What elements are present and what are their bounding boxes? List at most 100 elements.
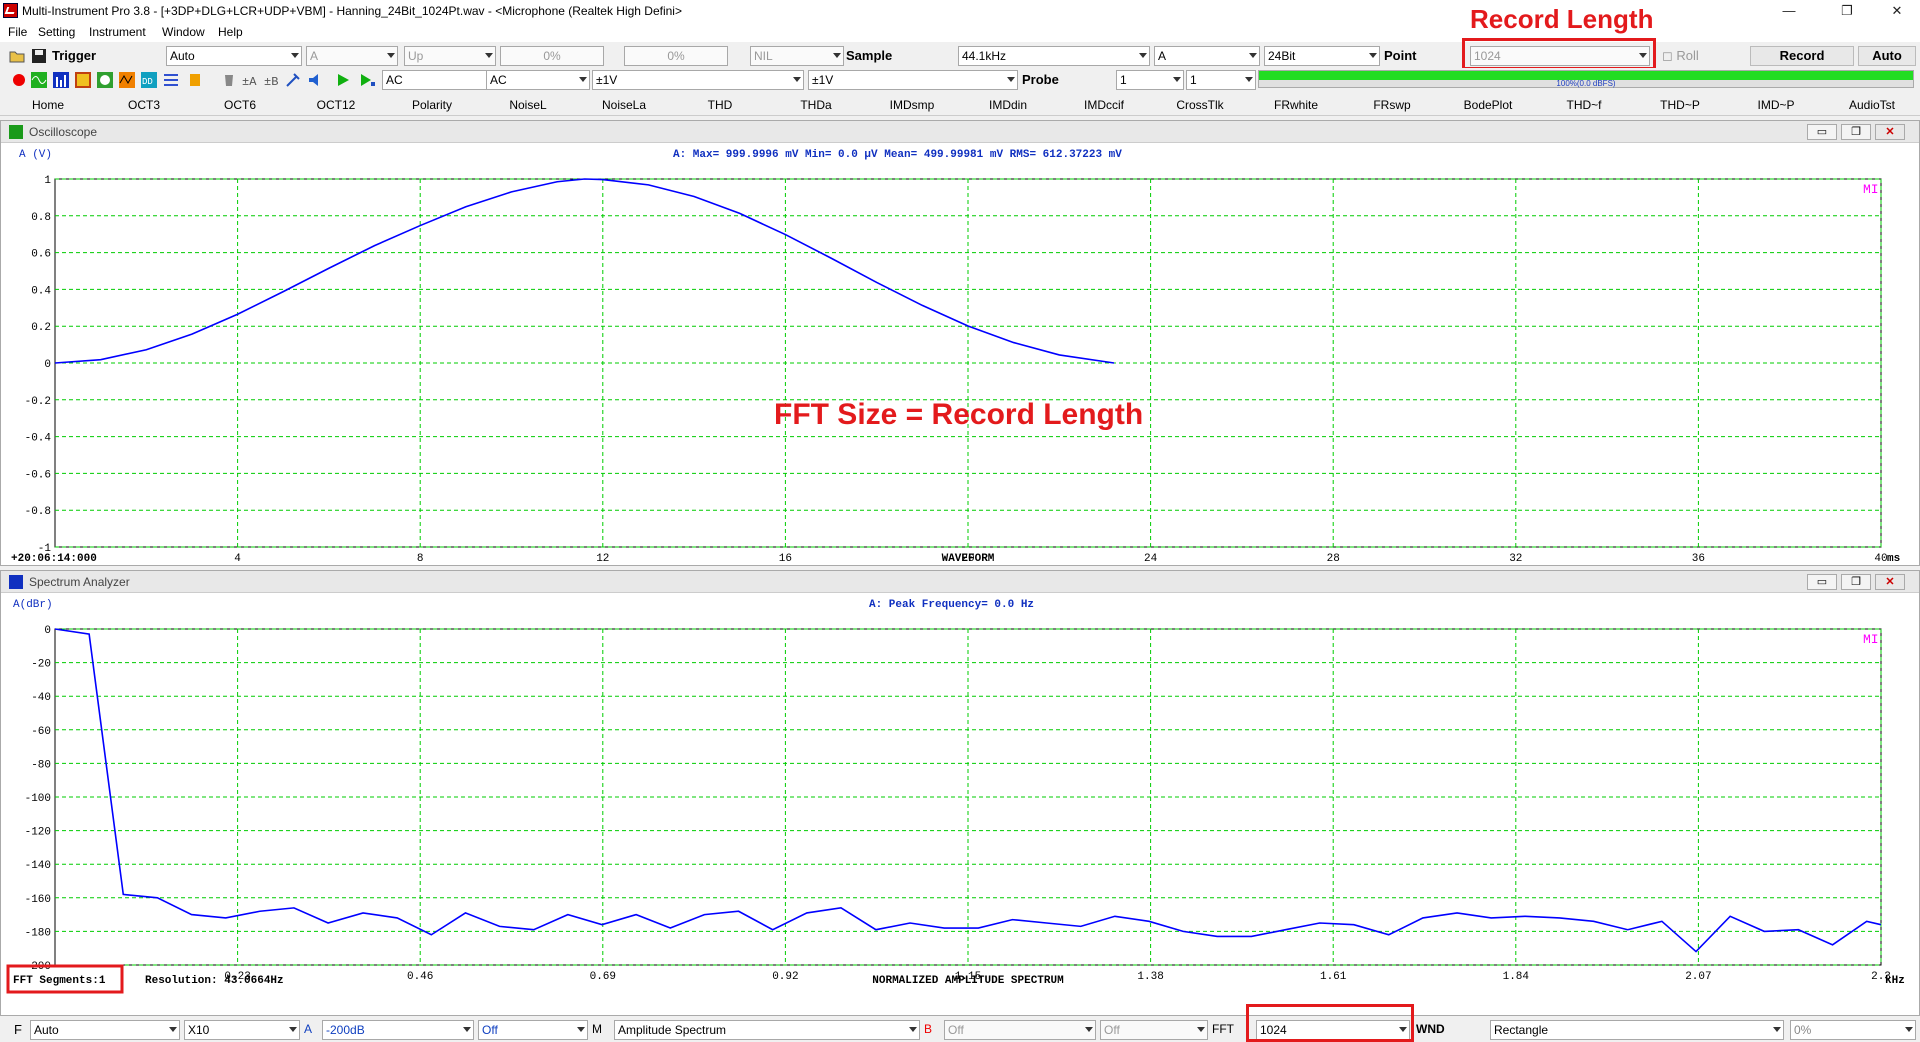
tab-crosstlk[interactable]: CrossTlk [1152,98,1248,112]
minimize-button[interactable]: — [1766,0,1812,22]
b-off-select-1[interactable]: Off [944,1020,1096,1040]
osc-timestamp: +20:06:14:000 [11,553,97,565]
speaker-icon[interactable] [306,71,324,89]
spectroscope-icon[interactable] [74,71,92,89]
fft-label: FFT [1212,1022,1234,1036]
menu-help[interactable]: Help [218,25,243,39]
tab-oct3[interactable]: OCT3 [96,98,192,112]
tab-oct12[interactable]: OCT12 [288,98,384,112]
a-range-select[interactable]: -200dB [322,1020,474,1040]
menu-window[interactable]: Window [162,25,205,39]
tab-imddin[interactable]: IMDdin [960,98,1056,112]
tab-frswp[interactable]: FRswp [1344,98,1440,112]
sweep-icon[interactable] [162,71,180,89]
probe-b-select[interactable]: 1 [1186,70,1256,90]
oscilloscope-minimize-button[interactable]: ▭ [1807,124,1837,140]
spec-unit-label: A(dBr) [13,599,53,611]
spectrum-icon[interactable] [52,71,70,89]
a-off-select[interactable]: Off [478,1020,588,1040]
trigger-nil-select[interactable]: NIL [750,46,844,66]
open-folder-icon[interactable] [8,47,26,65]
trigger-level-stepper[interactable]: 0% [500,46,604,66]
coupling-b-select[interactable]: AC [486,70,590,90]
b-label: B [924,1022,933,1036]
spec-xtick-label: 1.61 [1320,971,1347,983]
device-test-icon[interactable] [186,71,204,89]
trigger-mode-select[interactable]: Auto [166,46,302,66]
tab-imdsmp[interactable]: IMDsmp [864,98,960,112]
osc-xlabel: WAVEFORM [942,553,995,565]
channel-a-icon[interactable]: ±A [240,71,258,89]
tab-oct6[interactable]: OCT6 [192,98,288,112]
trigger-label: Trigger [52,48,97,63]
menu-instrument[interactable]: Instrument [89,25,146,39]
close-window-button[interactable]: ✕ [1874,0,1920,22]
save-icon[interactable] [30,47,48,65]
spectrum-chart[interactable]: 0.23 0.46 0.69 0.92 1.15 1.38 1.61 1.84 2.07 2.30… [1,593,1919,1015]
oscilloscope-titlebar: Oscilloscope ▭ ❐ ✕ [1,121,1919,143]
tab-thd-f[interactable]: THD~f [1536,98,1632,112]
b-off-select-2[interactable]: Off [1100,1020,1208,1040]
tab-imdccif[interactable]: IMDccif [1056,98,1152,112]
frequency-scale-select[interactable]: Auto [30,1020,180,1040]
auto-button[interactable]: Auto [1858,46,1916,66]
record-dot-icon[interactable] [10,71,28,89]
oscilloscope-panel: Oscilloscope ▭ ❐ ✕ 4 8 12 16 20 24 28 32 36 40 1 0.… [0,120,1920,566]
tab-thd[interactable]: THD [672,98,768,112]
oscilloscope-icon[interactable] [30,71,48,89]
sample-channel-select[interactable]: A [1154,46,1260,66]
tab-home[interactable]: Home [0,98,96,112]
calibrate-icon[interactable] [220,71,238,89]
tab-noisel[interactable]: NoiseL [480,98,576,112]
bit-depth-select[interactable]: 24Bit [1264,46,1380,66]
trigger-delay-stepper[interactable]: 0% [624,46,728,66]
spectrum-minimize-button[interactable]: ▭ [1807,574,1837,590]
oscilloscope-restore-button[interactable]: ❐ [1841,124,1871,140]
channel-b-icon[interactable]: ±B [262,71,280,89]
window-function-select[interactable]: Rectangle [1490,1020,1784,1040]
spectrum-close-button[interactable]: ✕ [1875,574,1905,590]
spec-ytick-label: 0 [44,625,51,637]
dds-icon[interactable]: DD [140,71,158,89]
secondary-toolbar: DD ±A ±B AC AC ±1V ±1V Probe 1 1 100%(0.… [0,68,1920,92]
menu-file[interactable]: File [8,25,27,39]
spec-xlabel: NORMALIZED AMPLITUDE SPECTRUM [872,975,1064,987]
probe-a-select[interactable]: 1 [1116,70,1184,90]
range-b-select[interactable]: ±1V [808,70,1018,90]
tab-thda[interactable]: THDa [768,98,864,112]
menu-setting[interactable]: Setting [38,25,75,39]
tab-thd-p[interactable]: THD~P [1632,98,1728,112]
play-step-icon[interactable] [358,71,376,89]
record-button[interactable]: Record [1750,46,1854,66]
trigger-channel-select[interactable]: A [306,46,398,66]
generator-icon[interactable] [118,71,136,89]
overlap-select[interactable]: 0% [1790,1020,1916,1040]
tab-bodeplot[interactable]: BodePlot [1440,98,1536,112]
oscilloscope-window-icon [9,125,23,139]
tab-noisela[interactable]: NoiseLa [576,98,672,112]
tab-audiotst[interactable]: AudioTst [1824,98,1920,112]
spectrum-control-bar: F Auto X10 A -200dB Off M Amplitude Spec… [0,1004,1920,1042]
osc-ytick-label: -0.4 [25,433,52,445]
tools-icon[interactable] [284,71,302,89]
trigger-edge-select[interactable]: Up [404,46,496,66]
spec-ytick-label: -20 [31,659,51,671]
roll-toggle[interactable]: ◻ Roll [1662,48,1699,64]
spec-xtick-label: 1.84 [1503,971,1530,983]
oscilloscope-chart[interactable]: 4 8 12 16 20 24 28 32 36 4010.80.60.40.20-0.2-0.4… [1,143,1919,565]
osc-ytick-label: 0.6 [31,249,51,261]
tab-frwhite[interactable]: FRwhite [1248,98,1344,112]
multimeter-icon[interactable] [96,71,114,89]
osc-xtick-label: 28 [1327,553,1340,565]
spectrum-window-icon [9,575,23,589]
sample-rate-select[interactable]: 44.1kHz [958,46,1150,66]
maximize-button[interactable]: ❐ [1824,0,1870,22]
m-mode-select[interactable]: Amplitude Spectrum [614,1020,920,1040]
oscilloscope-close-button[interactable]: ✕ [1875,124,1905,140]
play-icon[interactable] [334,71,352,89]
zoom-select[interactable]: X10 [184,1020,300,1040]
tab-imd-p[interactable]: IMD~P [1728,98,1824,112]
spectrum-restore-button[interactable]: ❐ [1841,574,1871,590]
tab-polarity[interactable]: Polarity [384,98,480,112]
range-a-select[interactable]: ±1V [592,70,804,90]
